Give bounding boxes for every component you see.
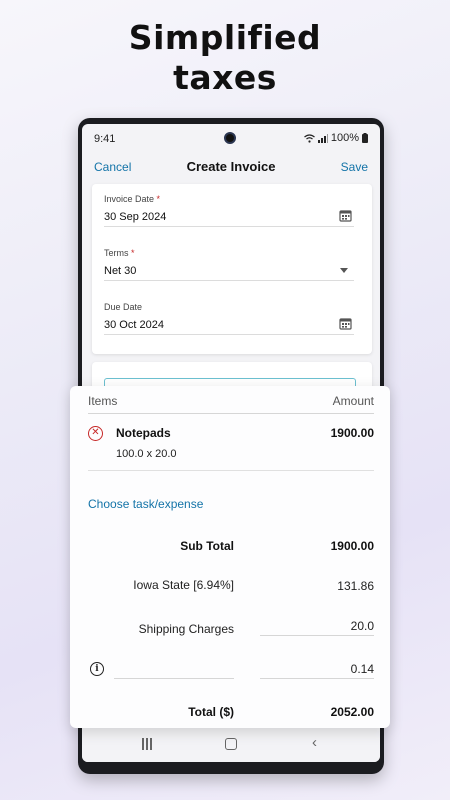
sub-total-value: 1900.00: [330, 539, 374, 553]
amount-column-header: Amount: [332, 394, 374, 408]
dropdown-arrow-icon[interactable]: [340, 268, 348, 273]
remove-item-icon[interactable]: ✕: [88, 426, 103, 441]
terms-label: Terms *: [104, 248, 135, 258]
battery-icon: [362, 133, 368, 143]
items-column-header: Items: [88, 394, 118, 408]
page-title: Create Invoice: [186, 159, 276, 174]
choose-task-expense-link[interactable]: Choose task/expense: [88, 497, 203, 511]
shipping-input[interactable]: 20.0: [351, 619, 374, 633]
shipping-input-underline: [260, 635, 374, 636]
required-marker: *: [131, 248, 135, 258]
required-marker: *: [156, 194, 161, 204]
save-button[interactable]: Save: [341, 160, 368, 174]
battery-percent: 100%: [330, 132, 359, 144]
item-quantity-rate: 100.0 x 20.0: [116, 448, 177, 460]
wifi-icon: [303, 133, 315, 143]
info-icon[interactable]: i: [90, 662, 104, 676]
tax-value: 131.86: [337, 579, 374, 593]
calendar-icon[interactable]: [339, 317, 352, 330]
adjustment-input[interactable]: 0.14: [351, 662, 374, 676]
tax-label: Iowa State [6.94%]: [133, 578, 234, 592]
recent-apps-icon[interactable]: [142, 738, 154, 750]
items-card: Items Amount ✕ Notepads 1900.00 100.0 x …: [70, 386, 390, 728]
adjustment-label-input[interactable]: [114, 678, 234, 679]
sub-total-label: Sub Total: [180, 539, 234, 553]
headline: Simplified taxes: [0, 18, 450, 98]
due-date-label: Due Date: [104, 302, 143, 312]
due-date-field[interactable]: Due Date 30 Oct 2024: [104, 302, 354, 335]
shipping-label: Shipping Charges: [138, 622, 234, 636]
adjustment-input-underline: [260, 678, 374, 679]
status-indicators: 100%: [303, 132, 368, 144]
invoice-details-card: Invoice Date * 30 Sep 2024 Terms * Net 3…: [92, 184, 372, 354]
calendar-icon[interactable]: [339, 209, 352, 222]
total-label: Total ($): [188, 705, 234, 719]
app-bar: Cancel Create Invoice Save: [82, 154, 380, 180]
items-header: Items Amount: [88, 394, 374, 414]
headline-line-1: Simplified: [128, 18, 322, 57]
invoice-date-field[interactable]: Invoice Date * 30 Sep 2024: [104, 194, 354, 227]
back-icon[interactable]: ‹: [312, 735, 317, 750]
due-date-value[interactable]: 30 Oct 2024: [104, 317, 354, 335]
total-value: 2052.00: [330, 705, 374, 719]
terms-select[interactable]: Net 30: [104, 265, 354, 281]
signal-icon: [317, 133, 328, 143]
item-amount: 1900.00: [330, 426, 374, 440]
system-nav-bar: ‹: [82, 726, 380, 762]
terms-field[interactable]: Terms * Net 30: [104, 248, 354, 281]
headline-line-2: taxes: [173, 58, 277, 97]
status-time: 9:41: [94, 133, 116, 145]
item-name[interactable]: Notepads: [116, 426, 171, 440]
camera-icon: [224, 132, 236, 144]
item-divider: [88, 470, 374, 471]
invoice-date-value[interactable]: 30 Sep 2024: [104, 209, 354, 227]
home-icon[interactable]: [225, 738, 237, 750]
status-bar: 9:41 100%: [82, 124, 380, 152]
invoice-date-label: Invoice Date *: [104, 194, 161, 204]
